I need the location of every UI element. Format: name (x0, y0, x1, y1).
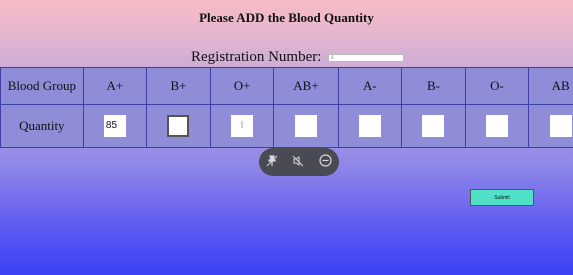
registration-label: Registration Number: (191, 49, 322, 65)
group-label-b-pos: B+ (146, 67, 211, 105)
group-label-ab-pos: AB+ (273, 67, 339, 105)
quantity-input-o-neg[interactable] (486, 115, 509, 137)
quantity-input-a-pos[interactable]: 85 (103, 115, 126, 137)
floating-toolbar (259, 148, 339, 176)
pin-off-icon[interactable] (266, 154, 278, 170)
quantity-input-b-neg[interactable] (422, 115, 445, 137)
blood-quantity-table: Blood Group A+ B+ O+ AB+ A- B- O- AB Qua… (0, 67, 573, 148)
group-label-ab-neg: AB (528, 67, 573, 105)
quantity-input-o-pos[interactable]: I (231, 115, 254, 137)
group-label-o-neg: O- (464, 67, 530, 105)
blood-group-header: Blood Group (0, 67, 84, 105)
submit-button[interactable]: Submit (470, 189, 534, 206)
group-label-a-pos: A+ (82, 67, 148, 105)
quantity-header: Quantity (0, 104, 84, 148)
page-heading: Please ADD the Blood Quantity (199, 10, 374, 25)
group-label-o-pos: O+ (209, 67, 275, 105)
group-label-a-neg: A- (337, 67, 403, 105)
mute-icon[interactable] (292, 155, 304, 170)
quantity-input-ab-neg[interactable] (549, 115, 572, 137)
registration-number-input[interactable]: g (328, 53, 405, 62)
quantity-row: Quantity 85 I (0, 104, 573, 148)
quantity-input-b-pos[interactable] (167, 115, 190, 137)
group-label-b-neg: B- (401, 67, 466, 105)
quantity-input-a-neg[interactable] (358, 115, 381, 137)
registration-row: Registration Number: g (191, 49, 405, 66)
blood-group-row: Blood Group A+ B+ O+ AB+ A- B- O- AB (0, 67, 573, 105)
minus-circle-icon[interactable] (319, 154, 332, 170)
quantity-input-ab-pos[interactable] (294, 115, 317, 137)
